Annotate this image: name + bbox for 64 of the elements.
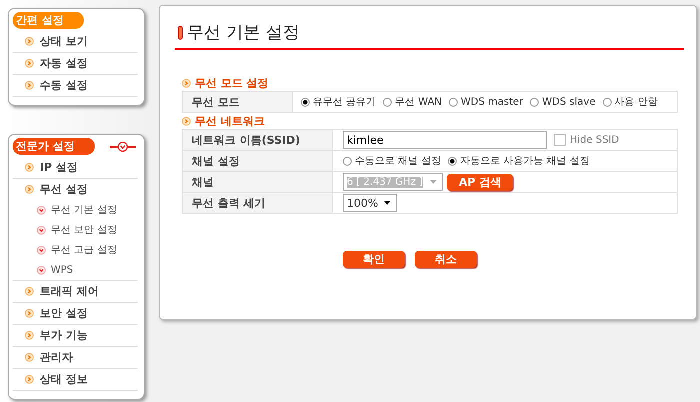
radio-button[interactable] <box>602 98 612 106</box>
sidebar-item[interactable]: 상태 정보 <box>40 372 88 387</box>
section-title: 무선 네트워크 <box>195 114 265 129</box>
sidebar-item[interactable]: 수동 설정 <box>40 78 88 93</box>
bullet-icon <box>25 185 34 194</box>
bullet-icon <box>25 309 34 318</box>
sidebar-group-title: 전문가 설정 <box>13 138 95 155</box>
sidebar-group-title: 간편 설정 <box>13 12 84 29</box>
field-label: 채널 <box>192 176 214 188</box>
sidebar-subitem[interactable]: WPS <box>51 264 74 276</box>
checkbox-label: Hide SSID <box>570 134 620 146</box>
radio-label: WDS master <box>461 96 524 108</box>
radio-button[interactable] <box>449 98 458 106</box>
sidebar-item[interactable]: 무선 설정 <box>40 182 88 197</box>
bullet-icon <box>25 81 34 90</box>
field-label: 네트워크 이름(SSID) <box>192 134 300 146</box>
dropdown[interactable]: 100% <box>343 194 398 212</box>
sidebar-subitem[interactable]: 무선 고급 설정 <box>51 243 118 257</box>
ssid-field[interactable]: kimlee <box>343 131 547 149</box>
bullet-icon <box>25 353 34 362</box>
sidebar-subitem[interactable]: 무선 보안 설정 <box>51 223 118 237</box>
sidebar-item[interactable]: 보안 설정 <box>40 306 88 321</box>
title-marker-icon <box>178 26 183 40</box>
confirm-button[interactable]: 확인 <box>343 251 405 268</box>
radio-label: 사용 안함 <box>614 96 658 109</box>
sidebar-subitem[interactable]: 무선 기본 설정 <box>51 203 118 217</box>
bullet-icon <box>25 163 34 172</box>
caret-icon <box>384 201 392 205</box>
bullet-icon <box>182 79 191 88</box>
radio-button[interactable] <box>343 156 352 166</box>
radio-label: 자동으로 사용가능 채널 설정 <box>460 155 590 168</box>
bullet-icon <box>25 37 34 46</box>
radio-button[interactable] <box>448 156 458 166</box>
page-title: 무선 기본 설정 <box>187 22 300 44</box>
bullet-icon <box>37 266 46 274</box>
caret-icon <box>430 180 437 184</box>
collapse-icon[interactable] <box>110 142 136 152</box>
section-title: 무선 모드 설정 <box>195 76 269 91</box>
radio-label: WDS slave <box>542 96 596 108</box>
radio-button[interactable] <box>301 98 310 106</box>
bullet-icon <box>25 331 34 340</box>
bullet-icon <box>37 246 46 254</box>
field-label: 무선 출력 세기 <box>192 196 266 210</box>
radio-label: 유무선 공유기 <box>313 96 376 109</box>
sidebar-item[interactable]: 트래픽 제어 <box>40 284 99 299</box>
bullet-icon <box>37 226 46 234</box>
sidebar-item[interactable]: 관리자 <box>40 350 73 365</box>
bullet-icon <box>25 287 34 296</box>
bullet-icon <box>25 59 34 68</box>
sidebar-item[interactable]: IP 설정 <box>40 160 78 175</box>
radio-button[interactable] <box>383 98 392 106</box>
bullet-icon <box>182 117 191 126</box>
checkbox[interactable] <box>554 134 566 146</box>
field-label: 채널 설정 <box>192 154 240 168</box>
sidebar-item[interactable]: 상태 보기 <box>40 34 88 49</box>
field-label: 무선 모드 <box>192 96 240 108</box>
bullet-icon <box>25 375 34 384</box>
radio-label: 무선 WAN <box>395 96 442 109</box>
cancel-button[interactable]: 취소 <box>415 251 477 268</box>
radio-label: 수동으로 채널 설정 <box>355 155 442 168</box>
bullet-icon <box>37 206 46 214</box>
sidebar-item[interactable]: 부가 기능 <box>40 328 88 343</box>
radio-button[interactable] <box>530 98 540 106</box>
sidebar-item[interactable]: 자동 설정 <box>40 56 88 71</box>
